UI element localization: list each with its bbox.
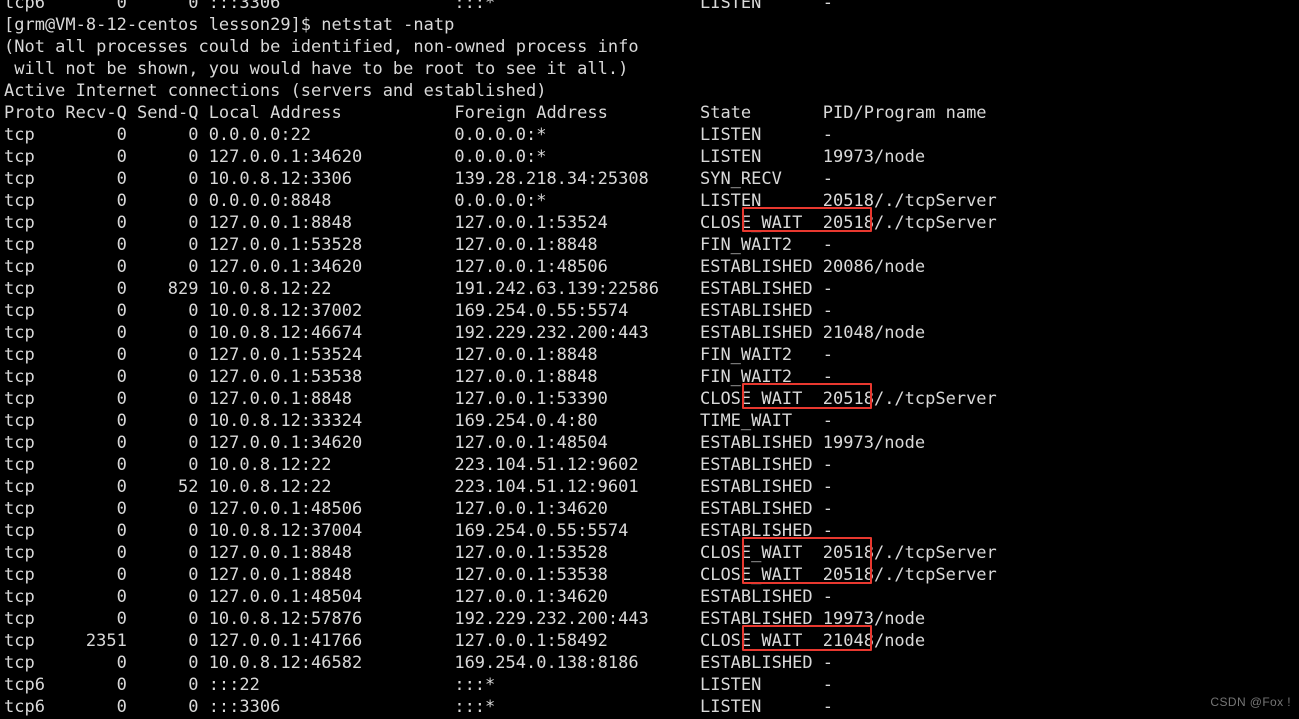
table-row: tcp 0 0 127.0.0.1:34620 127.0.0.1:48506 … <box>4 257 926 277</box>
terminal-table-header: Proto Recv-Q Send-Q Local Address Foreig… <box>4 103 987 123</box>
table-row: tcp 0 0 127.0.0.1:53528 127.0.0.1:8848 F… <box>4 235 834 255</box>
csdn-watermark: CSDN @Fox ! <box>1210 695 1291 709</box>
table-row: tcp6 0 0 :::3306 :::* LISTEN - <box>4 697 834 717</box>
table-row: tcp 0 0 127.0.0.1:8848 127.0.0.1:53528 C… <box>4 543 997 563</box>
table-row: tcp 0 0 10.0.8.12:46674 192.229.232.200:… <box>4 323 926 343</box>
table-row: tcp 0 0 10.0.8.12:3306 139.28.218.34:253… <box>4 169 834 189</box>
table-row: tcp 2351 0 127.0.0.1:41766 127.0.0.1:584… <box>4 631 926 651</box>
table-row: tcp 0 0 127.0.0.1:34620 127.0.0.1:48504 … <box>4 433 926 453</box>
table-row: tcp 0 0 0.0.0.0:8848 0.0.0.0:* LISTEN 20… <box>4 191 997 211</box>
table-row: tcp 0 0 127.0.0.1:8848 127.0.0.1:53524 C… <box>4 213 997 233</box>
terminal-line: will not be shown, you would have to be … <box>4 59 629 79</box>
terminal-window[interactable]: tcp6 0 0 :::3306 :::* LISTEN - [grm@VM-8… <box>0 0 1299 719</box>
table-row: tcp 0 0 10.0.8.12:46582 169.254.0.138:81… <box>4 653 834 673</box>
table-row: tcp 0 0 10.0.8.12:22 223.104.51.12:9602 … <box>4 455 834 475</box>
table-row: tcp 0 0 127.0.0.1:48506 127.0.0.1:34620 … <box>4 499 834 519</box>
table-row: tcp 0 829 10.0.8.12:22 191.242.63.139:22… <box>4 279 834 299</box>
terminal-line: Active Internet connections (servers and… <box>4 81 547 101</box>
table-row: tcp 0 0 127.0.0.1:53538 127.0.0.1:8848 F… <box>4 367 834 387</box>
table-row: tcp 0 0 127.0.0.1:53524 127.0.0.1:8848 F… <box>4 345 834 365</box>
table-row: tcp 0 0 127.0.0.1:48504 127.0.0.1:34620 … <box>4 587 834 607</box>
table-row: tcp 0 0 10.0.8.12:57876 192.229.232.200:… <box>4 609 926 629</box>
terminal-line: (Not all processes could be identified, … <box>4 37 639 57</box>
table-row: tcp 0 0 10.0.8.12:33324 169.254.0.4:80 T… <box>4 411 834 431</box>
terminal-prompt-line: [grm@VM-8-12-centos lesson29]$ netstat -… <box>4 15 455 35</box>
table-row: tcp 0 0 0.0.0.0:22 0.0.0.0:* LISTEN - <box>4 125 834 145</box>
table-row: tcp 0 0 127.0.0.1:34620 0.0.0.0:* LISTEN… <box>4 147 926 167</box>
table-row: tcp 0 0 127.0.0.1:8848 127.0.0.1:53390 C… <box>4 389 997 409</box>
table-row: tcp 0 0 10.0.8.12:37002 169.254.0.55:557… <box>4 301 834 321</box>
table-row: tcp6 0 0 :::22 :::* LISTEN - <box>4 675 834 695</box>
terminal-screen: tcp6 0 0 :::3306 :::* LISTEN - [grm@VM-8… <box>4 0 1299 719</box>
table-row: tcp 0 52 10.0.8.12:22 223.104.51.12:9601… <box>4 477 834 497</box>
terminal-line: tcp6 0 0 :::3306 :::* LISTEN - <box>4 0 834 13</box>
table-row: tcp 0 0 127.0.0.1:8848 127.0.0.1:53538 C… <box>4 565 997 585</box>
table-row: tcp 0 0 10.0.8.12:37004 169.254.0.55:557… <box>4 521 834 541</box>
